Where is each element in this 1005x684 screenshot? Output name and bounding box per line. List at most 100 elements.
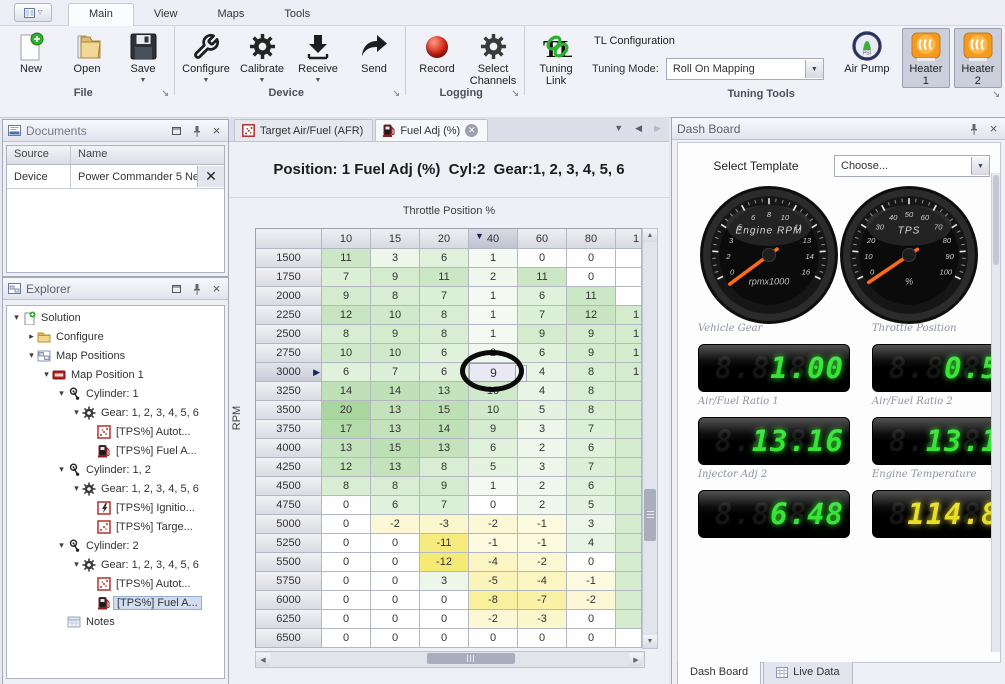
grid-cell[interactable]: 14 [371,382,420,401]
grid-cell-clipped[interactable] [616,629,642,648]
grid-cell[interactable]: 6 [518,344,567,363]
grid-cell[interactable]: -8 [469,591,518,610]
grid-cell[interactable]: 8 [322,477,371,496]
scroll-left-icon[interactable]: ◀ [256,653,270,666]
grid-cell[interactable]: 2 [518,496,567,515]
grid-cell[interactable]: 2 [518,477,567,496]
grid-cell[interactable]: 0 [567,629,616,648]
grid-cell[interactable]: 0 [371,572,420,591]
grid-cell[interactable]: 7 [567,458,616,477]
grid-cell[interactable]: 3 [567,515,616,534]
grid-cell[interactable]: -3 [420,515,469,534]
tree-item[interactable]: Notes [7,612,224,631]
grid-cell[interactable]: 1 [469,249,518,268]
grid-row-header-4250[interactable]: 4250 [256,458,322,477]
grid-cell-clipped[interactable] [616,401,642,420]
close-button[interactable]: × [209,282,224,296]
heater1-button[interactable]: Heater 1 [902,28,950,88]
grid-cell[interactable]: 8 [567,363,616,382]
horizontal-scrollbar[interactable]: ◀ ▶ [255,651,645,668]
expander-icon[interactable]: ▾ [56,464,67,475]
scrollbar-thumb[interactable] [427,653,515,664]
grid-cell[interactable]: 13 [420,382,469,401]
grid-cell[interactable]: 0 [567,610,616,629]
grid-cell[interactable]: 5 [469,458,518,477]
grid-cell[interactable]: -1 [567,572,616,591]
open-button[interactable]: Open [59,28,115,75]
document-row[interactable]: Device Power Commander 5 Ne... ✕ [7,165,224,189]
grid-cell[interactable]: 6 [322,363,371,382]
grid-cell[interactable]: 6 [371,496,420,515]
scroll-tabs-left-icon[interactable]: ◀ [635,123,642,134]
grid-cell[interactable]: -4 [469,553,518,572]
grid-cell[interactable]: 0 [322,629,371,648]
tuning-link-button[interactable]: TL Tuning Link [528,28,584,87]
grid-row-header-5500[interactable]: 5500 [256,553,322,572]
grid-cell[interactable]: 12 [567,306,616,325]
grid-row-header-6500[interactable]: 6500 [256,629,322,648]
grid-cell[interactable]: 7 [322,268,371,287]
grid-row-header-1750[interactable]: 1750 [256,268,322,287]
dialog-launcher-icon[interactable]: ↘ [992,89,1000,100]
grid-row-header-2250[interactable]: 2250 [256,306,322,325]
close-tab-button[interactable]: ✕ [465,124,478,137]
tree-item[interactable]: ▾Gear: 1, 2, 3, 4, 5, 6 [7,479,224,498]
record-button[interactable]: Record [409,28,465,75]
grid-cell[interactable]: 0 [322,515,371,534]
grid-col-header-10[interactable]: 10 [322,229,371,249]
tree-item[interactable]: ▾Cylinder: 2 [7,536,224,555]
grid-cell[interactable]: 20 [322,401,371,420]
grid-cell[interactable]: -2 [518,553,567,572]
tree-item[interactable]: ▾Cylinder: 1, 2 [7,460,224,479]
grid-cell-clipped[interactable]: 1 [616,363,642,382]
grid-cell[interactable]: 17 [322,420,371,439]
calibrate-button[interactable]: Calibrate ▼ [234,28,290,87]
grid-row-header-3500[interactable]: 3500 [256,401,322,420]
maximize-button[interactable] [169,282,184,296]
grid-cell[interactable]: 0 [567,249,616,268]
cell-spinner[interactable] [515,365,527,382]
tab-fuel-adj[interactable]: Fuel Adj (%) ✕ [375,119,488,141]
grid-cell[interactable]: 6 [567,477,616,496]
grid-cell[interactable]: -4 [518,572,567,591]
grid-cell[interactable]: 8 [371,287,420,306]
grid-cell[interactable]: 14 [420,420,469,439]
grid-cell[interactable]: 6 [420,249,469,268]
dialog-launcher-icon[interactable]: ↘ [392,88,400,99]
air-pump-button[interactable]: PSI Air Pump [838,28,896,75]
grid-cell[interactable]: 3 [371,249,420,268]
grid-cell[interactable]: 0 [322,572,371,591]
tree-item[interactable]: ▸Configure [7,327,224,346]
expander-icon[interactable]: ▾ [11,312,22,323]
grid-cell[interactable]: 0 [420,629,469,648]
tab-list-dropdown-icon[interactable]: ▼ [614,123,623,134]
grid-cell[interactable]: -7 [518,591,567,610]
scroll-up-icon[interactable]: ▲ [643,229,657,242]
grid-col-header-15[interactable]: 15 [371,229,420,249]
grid-cell[interactable]: 13 [371,401,420,420]
grid-row-header-3250[interactable]: 3250 [256,382,322,401]
grid-cell[interactable]: 6 [518,287,567,306]
expander-icon[interactable]: ▾ [41,369,52,380]
grid-cell[interactable]: 4 [518,382,567,401]
grid-cell[interactable]: 0 [322,591,371,610]
tuning-mode-select[interactable]: Roll On Mapping ▼ [666,58,824,80]
grid-cell-clipped[interactable] [616,287,642,306]
grid-cell[interactable]: 8 [567,382,616,401]
grid-cell[interactable]: 7 [371,363,420,382]
tree-item[interactable]: [TPS%] Targe... [7,517,224,536]
grid-cell[interactable]: -2 [371,515,420,534]
grid-cell-clipped[interactable] [616,458,642,477]
tl-configuration-label[interactable]: TL Configuration [594,35,824,47]
grid-cell[interactable]: 9 [371,268,420,287]
grid-cell[interactable]: 10 [371,344,420,363]
grid-cell[interactable]: 13 [371,458,420,477]
grid-row-header-6000[interactable]: 6000 [256,591,322,610]
grid-cell[interactable]: 0 [322,553,371,572]
grid-cell[interactable]: 0 [420,591,469,610]
grid-col-header-80[interactable]: 80 [567,229,616,249]
grid-col-header-20[interactable]: 20 [420,229,469,249]
tab-dash-board[interactable]: Dash Board [677,662,761,684]
grid-cell[interactable]: 8 [420,325,469,344]
tree-item[interactable]: ▾Map Positions [7,346,224,365]
